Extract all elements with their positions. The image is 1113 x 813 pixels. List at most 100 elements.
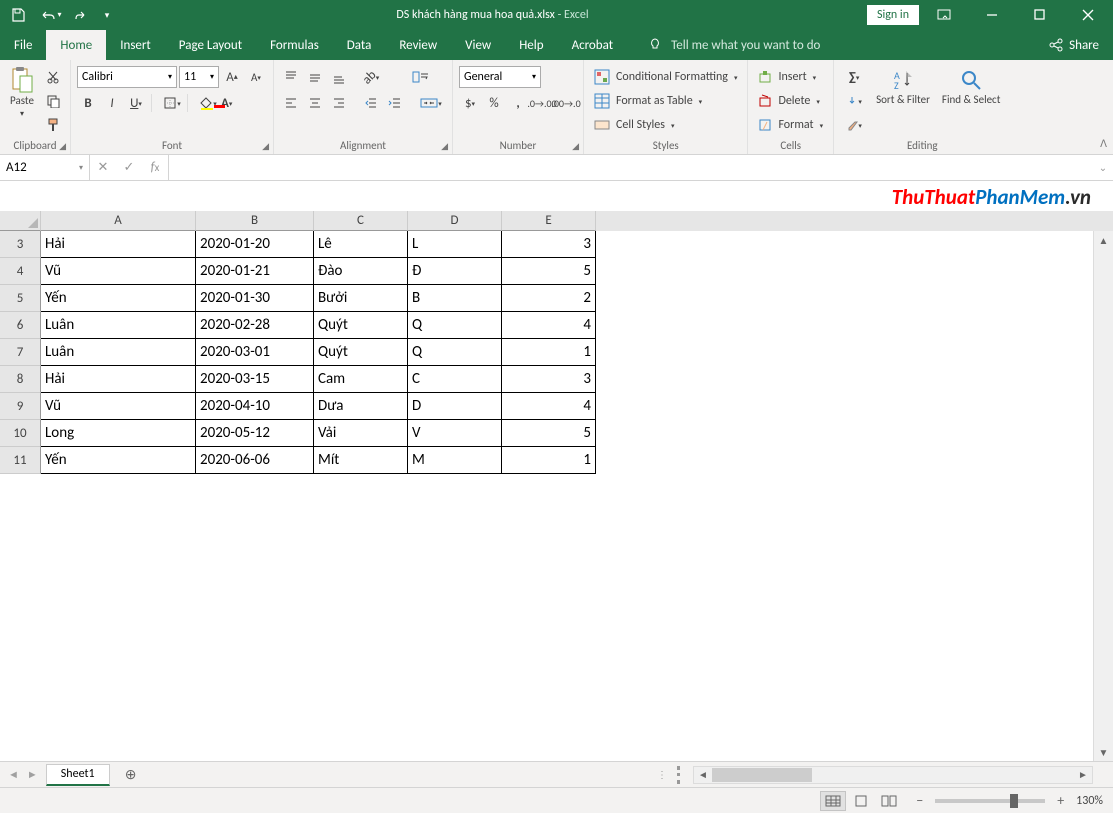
close-icon[interactable] [1065,0,1111,30]
format-painter-icon[interactable] [42,114,64,136]
cell[interactable]: Cam [314,366,408,393]
cell[interactable]: Luân [41,312,196,339]
cell[interactable]: 5 [502,420,596,447]
sheet-nav-arrows[interactable]: ◄► [0,768,46,781]
increase-font-icon[interactable]: A▴ [221,66,243,88]
increase-indent-icon[interactable] [384,92,406,114]
number-format-combo[interactable]: General▾ [459,66,541,88]
sign-in-button[interactable]: Sign in [867,5,919,25]
undo-icon[interactable]: ▾ [36,3,64,27]
dialog-launcher-icon[interactable]: ◢ [59,141,66,152]
cell[interactable]: Quýt [314,339,408,366]
zoom-level[interactable]: 130% [1076,794,1103,808]
save-icon[interactable] [4,3,32,27]
cell[interactable]: V [408,420,502,447]
enter-formula-icon[interactable]: ✓ [116,160,142,175]
align-center-icon[interactable] [304,92,326,114]
page-break-view-icon[interactable] [876,791,902,811]
cell[interactable]: Long [41,420,196,447]
cell[interactable]: 2020-03-15 [196,366,314,393]
minimize-icon[interactable] [969,0,1015,30]
borders-button[interactable]: ▾ [161,92,183,114]
cell[interactable]: 1 [502,447,596,474]
cell[interactable]: Q [408,312,502,339]
tab-split-handle[interactable] [677,766,683,784]
new-sheet-button[interactable]: ⊕ [118,766,144,783]
tab-formulas[interactable]: Formulas [256,30,333,60]
dialog-launcher-icon[interactable]: ◢ [441,141,448,152]
fx-icon[interactable]: fx [142,160,168,175]
cell[interactable]: Yến [41,447,196,474]
align-top-icon[interactable] [280,66,302,88]
dialog-launcher-icon[interactable]: ◢ [572,141,579,152]
row-header[interactable]: 6 [0,312,41,339]
cell[interactable]: Lê [314,231,408,258]
clear-icon[interactable]: ▾ [840,114,868,136]
cell[interactable]: Hải [41,366,196,393]
orientation-icon[interactable]: ab▾ [360,66,382,88]
conditional-formatting-button[interactable]: Conditional Formatting▾ [590,66,741,88]
column-header[interactable]: D [408,211,502,231]
redo-icon[interactable] [68,3,96,27]
cell[interactable]: Quýt [314,312,408,339]
tab-page-layout[interactable]: Page Layout [165,30,256,60]
cancel-formula-icon[interactable]: ✕ [90,160,116,175]
cell[interactable]: Mít [314,447,408,474]
cell[interactable]: 4 [502,312,596,339]
zoom-out-button[interactable]: − [912,792,927,809]
horizontal-scrollbar[interactable]: ◄ ► [693,766,1093,784]
cell[interactable]: 1 [502,339,596,366]
tab-help[interactable]: Help [505,30,557,60]
cell[interactable]: 4 [502,393,596,420]
page-layout-view-icon[interactable] [848,791,874,811]
cell[interactable]: 2020-06-06 [196,447,314,474]
scroll-up-icon[interactable]: ▲ [1094,231,1113,249]
row-header[interactable]: 9 [0,393,41,420]
cell[interactable]: B [408,285,502,312]
cell[interactable]: Đào [314,258,408,285]
fill-icon[interactable]: ▾ [840,90,868,112]
tab-acrobat[interactable]: Acrobat [558,30,628,60]
column-header[interactable]: B [196,211,314,231]
cell[interactable]: Yến [41,285,196,312]
cell[interactable]: 2020-02-28 [196,312,314,339]
font-size-combo[interactable]: 11▾ [179,66,219,88]
cell[interactable]: 3 [502,231,596,258]
decrease-decimal-icon[interactable]: .00→.0 [555,92,577,114]
cell[interactable]: 5 [502,258,596,285]
cut-icon[interactable] [42,66,64,88]
align-bottom-icon[interactable] [328,66,350,88]
share-button[interactable]: Share [1035,30,1113,60]
decrease-font-icon[interactable]: A▾ [245,66,267,88]
align-right-icon[interactable] [328,92,350,114]
cell[interactable]: 2020-05-12 [196,420,314,447]
select-all-button[interactable] [0,211,41,231]
paste-button[interactable]: Paste ▾ [6,66,38,121]
find-select-button[interactable]: Find & Select [938,66,1004,108]
cell[interactable]: Dưa [314,393,408,420]
ribbon-display-options-icon[interactable] [921,0,967,30]
wrap-text-icon[interactable] [406,66,436,88]
format-as-table-button[interactable]: Format as Table▾ [590,90,741,112]
column-header[interactable]: A [41,211,196,231]
zoom-slider[interactable] [935,799,1045,803]
tab-insert[interactable]: Insert [106,30,165,60]
cell-styles-button[interactable]: Cell Styles▾ [590,114,741,136]
cell[interactable]: C [408,366,502,393]
dialog-launcher-icon[interactable]: ◢ [262,141,269,152]
align-left-icon[interactable] [280,92,302,114]
normal-view-icon[interactable] [820,791,846,811]
cell[interactable]: Vũ [41,258,196,285]
decrease-indent-icon[interactable] [360,92,382,114]
cell[interactable]: 2020-01-20 [196,231,314,258]
cell[interactable]: Luân [41,339,196,366]
tab-file[interactable]: File [0,30,46,60]
cell[interactable]: 2020-03-01 [196,339,314,366]
tell-me-search[interactable]: Tell me what you want to do [647,30,820,60]
maximize-icon[interactable] [1017,0,1063,30]
tab-home[interactable]: Home [46,30,106,60]
column-header[interactable]: C [314,211,408,231]
row-header[interactable]: 5 [0,285,41,312]
accounting-format-icon[interactable]: $▾ [459,92,481,114]
name-box[interactable]: A12▾ [0,155,90,180]
